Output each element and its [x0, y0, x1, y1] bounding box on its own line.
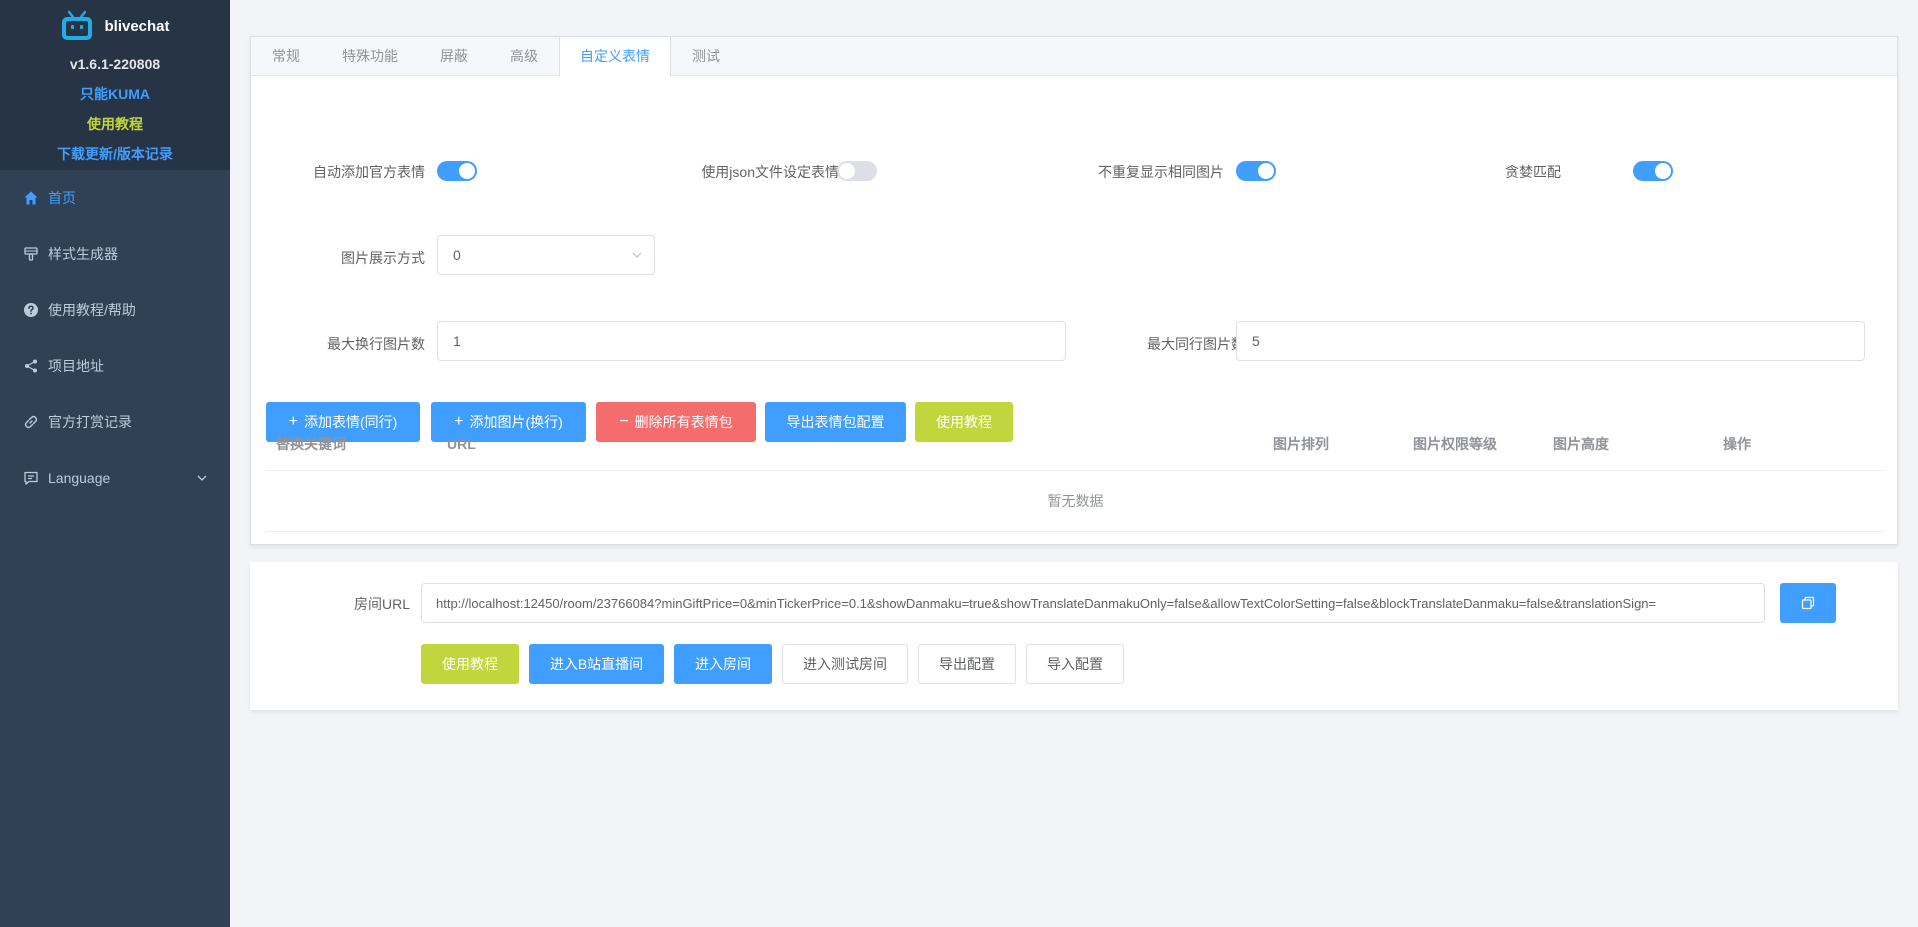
use-json-file-switch[interactable] — [837, 161, 877, 181]
no-repeat-image-switch[interactable] — [1236, 161, 1276, 181]
image-display-mode-select[interactable] — [437, 235, 655, 275]
import-config-button[interactable]: 导入配置 — [1026, 644, 1124, 684]
sidebar-item-home[interactable]: 首页 — [0, 170, 230, 226]
question-icon — [24, 303, 38, 317]
brand-title-row[interactable]: blivechat — [0, 10, 230, 42]
table-header: 替换关键词 URL 图片排列 图片权限等级 图片高度 操作 — [266, 418, 1885, 471]
sidebar-menu: 首页 样式生成器 使用教程/帮助 项目地址 官方打赏记录 Language — [0, 170, 230, 506]
max-inline-images-label: 最大同行图片数 — [1147, 336, 1245, 352]
sidebar-item-label: 使用教程/帮助 — [48, 302, 136, 318]
room-tutorial-button[interactable]: 使用教程 — [421, 644, 519, 684]
app-name: blivechat — [104, 17, 170, 35]
table-empty-text: 暂无数据 — [266, 471, 1885, 532]
emoticon-table: 替换关键词 URL 图片排列 图片权限等级 图片高度 操作 暂无数据 — [266, 418, 1885, 532]
enter-test-room-button[interactable]: 进入测试房间 — [782, 644, 908, 684]
greedy-match-label: 贪婪匹配 — [1505, 164, 1561, 180]
image-display-mode-select-wrap — [437, 235, 655, 275]
room-url-label: 房间URL — [353, 596, 410, 612]
sidebar: blivechat v1.6.1-220808 只能KUMA 使用教程 下载更新… — [0, 0, 230, 927]
sidebar-item-label: Language — [48, 470, 111, 486]
room-url-card: 房间URL 使用教程 进入B站直播间 进入房间 进入测试房间 导出配置 导入配置 — [250, 562, 1898, 710]
use-json-file-label: 使用json文件设定表情 — [701, 164, 839, 180]
auto-add-official-emoticon-switch[interactable] — [437, 161, 477, 181]
enter-bili-room-button[interactable]: 进入B站直播间 — [529, 644, 664, 684]
max-wrap-images-input[interactable] — [437, 321, 1066, 361]
bilibili-tv-logo-icon — [62, 10, 93, 40]
brush-icon — [24, 247, 38, 261]
sidebar-item-label: 项目地址 — [48, 358, 104, 374]
copy-url-button[interactable] — [1780, 583, 1836, 623]
app-version: v1.6.1-220808 — [69, 56, 161, 72]
sidebar-item-gift-records[interactable]: 官方打赏记录 — [0, 394, 230, 450]
export-config-button[interactable]: 导出配置 — [918, 644, 1016, 684]
link-icon — [24, 415, 38, 429]
chevron-down-icon — [197, 475, 207, 481]
max-wrap-images-label: 最大换行图片数 — [327, 336, 425, 352]
greedy-match-switch[interactable] — [1633, 161, 1673, 181]
copy-icon — [1801, 596, 1815, 610]
download-update-link[interactable]: 下载更新/版本记录 — [0, 144, 230, 164]
settings-tabs-card: 常规 特殊功能 屏蔽 高级 自定义表情 测试 自动添加官方表情 使用json文件… — [250, 36, 1898, 545]
sidebar-item-label: 官方打赏记录 — [48, 414, 132, 430]
room-url-input[interactable] — [421, 583, 1765, 623]
sidebar-item-project[interactable]: 项目地址 — [0, 338, 230, 394]
tab-block[interactable]: 屏蔽 — [419, 37, 489, 76]
no-repeat-image-label: 不重复显示相同图片 — [1098, 164, 1224, 180]
enter-room-button[interactable]: 进入房间 — [674, 644, 772, 684]
home-icon — [24, 191, 38, 205]
settings-tabs: 常规 特殊功能 屏蔽 高级 自定义表情 测试 — [251, 37, 1897, 77]
kuma-link[interactable]: 只能KUMA — [0, 84, 230, 104]
tab-special-features[interactable]: 特殊功能 — [321, 37, 419, 76]
auto-add-official-emoticon-label: 自动添加官方表情 — [313, 164, 425, 180]
column-actions: 操作 — [1723, 436, 1751, 452]
tab-advanced[interactable]: 高级 — [489, 37, 559, 76]
column-image-arrangement: 图片排列 — [1273, 436, 1329, 452]
column-image-permission-level: 图片权限等级 — [1413, 436, 1497, 452]
tab-test[interactable]: 测试 — [671, 37, 741, 76]
share-icon — [25, 359, 37, 373]
sidebar-item-help[interactable]: 使用教程/帮助 — [0, 282, 230, 338]
column-url: URL — [447, 436, 476, 452]
column-image-height: 图片高度 — [1553, 436, 1609, 452]
chat-icon — [24, 471, 38, 485]
sidebar-item-style-generator[interactable]: 样式生成器 — [0, 226, 230, 282]
custom-emoticon-form: 自动添加官方表情 使用json文件设定表情 不重复显示相同图片 贪婪匹配 图片展… — [251, 76, 1897, 544]
brand-header: blivechat v1.6.1-220808 只能KUMA 使用教程 下载更新… — [0, 0, 230, 170]
tab-general[interactable]: 常规 — [251, 37, 321, 76]
tutorial-link[interactable]: 使用教程 — [0, 114, 230, 134]
sidebar-item-label: 首页 — [48, 190, 76, 206]
column-keyword: 替换关键词 — [276, 436, 346, 452]
sidebar-item-label: 样式生成器 — [48, 246, 118, 262]
tab-custom-emoticons[interactable]: 自定义表情 — [559, 37, 671, 77]
sidebar-item-language[interactable]: Language — [0, 450, 230, 506]
max-inline-images-input[interactable] — [1236, 321, 1865, 361]
image-display-mode-label: 图片展示方式 — [341, 250, 425, 266]
